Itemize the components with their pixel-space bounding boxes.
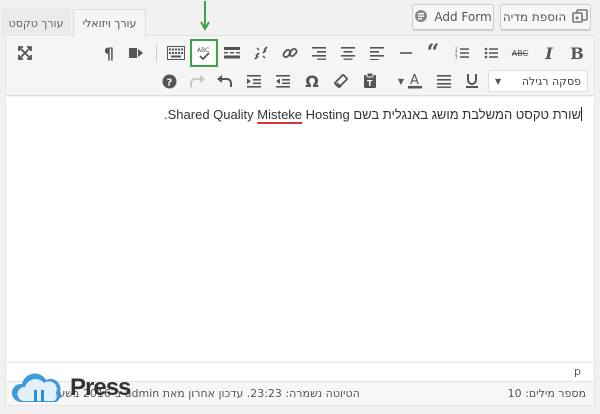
bold-icon[interactable]: B <box>566 42 588 64</box>
toolbar-separator <box>156 44 157 62</box>
editor-content-area[interactable]: שורת טקסט המשלבת מושג באנגלית בשם Shared… <box>6 97 594 361</box>
numbered-list-icon[interactable]: 123 <box>451 42 473 64</box>
help-icon[interactable]: ? <box>158 70 180 92</box>
add-media-icon <box>572 8 588 26</box>
tab-visual-editor[interactable]: עורך ויזואלי <box>73 9 146 37</box>
svg-text:ABC: ABC <box>197 47 209 54</box>
svg-text:?: ? <box>166 77 172 88</box>
align-center-icon[interactable] <box>337 42 359 64</box>
toolbar-toggle-icon[interactable] <box>165 42 187 64</box>
strikethrough-icon[interactable]: ABC <box>509 42 531 64</box>
add-form-button[interactable]: Add Form <box>412 4 494 30</box>
watermark-logo: Press <box>10 368 131 408</box>
svg-text:T: T <box>367 79 373 88</box>
paragraph-format-value: פסקה רגילה <box>521 74 581 88</box>
text-cursor <box>581 107 582 121</box>
editor-container: B I ABC 123 “ ABC ¶ פסקה רגילה ▼ A ▼ T Ω… <box>5 35 595 406</box>
paste-text-icon[interactable]: T <box>359 70 381 92</box>
chevron-down-icon: ▼ <box>495 76 502 86</box>
logo-text: Press <box>70 374 131 401</box>
editor-top-bar: הוספת מדיה Add Form עורך ויזואלי עורך טק… <box>0 0 600 37</box>
outdent-icon[interactable] <box>272 70 294 92</box>
insert-link-icon[interactable] <box>279 42 301 64</box>
cloud-logo-icon <box>11 373 61 402</box>
element-path-p[interactable]: p <box>574 365 581 378</box>
svg-text:3: 3 <box>455 55 458 60</box>
text-color-dropdown-icon[interactable]: ▼ <box>390 70 412 92</box>
read-more-icon[interactable] <box>221 42 243 64</box>
fullscreen-icon[interactable] <box>14 42 36 64</box>
add-form-label: Add Form <box>434 10 492 24</box>
blockquote-icon[interactable]: “ <box>422 42 444 64</box>
align-left-icon[interactable] <box>366 42 388 64</box>
content-text-before: שורת טקסט המשלבת מושג באנגלית בשם Shared… <box>167 107 581 122</box>
special-character-icon[interactable]: Ω <box>301 70 323 92</box>
content-paragraph: שורת טקסט המשלבת מושג באנגלית בשם Shared… <box>164 107 582 122</box>
add-media-button[interactable]: הוספת מדיה <box>500 4 591 30</box>
horizontal-line-icon[interactable] <box>395 42 417 64</box>
paragraph-mark-icon[interactable]: ¶ <box>98 42 120 64</box>
form-icon <box>414 9 428 26</box>
add-media-label: הוספת מדיה <box>502 10 567 24</box>
tab-visual-label: עורך ויזואלי <box>82 17 137 30</box>
tab-text-editor[interactable]: עורך טקסט <box>2 9 70 36</box>
misspelled-word[interactable]: Misteke <box>257 107 302 122</box>
italic-icon[interactable]: I <box>538 42 560 64</box>
annotation-arrow-icon <box>200 1 210 32</box>
tab-text-label: עורך טקסט <box>8 16 64 30</box>
align-right-icon[interactable] <box>308 42 330 64</box>
clear-formatting-icon[interactable] <box>330 70 352 92</box>
word-count: מספר מילים: 10 <box>507 387 586 400</box>
rtl-icon[interactable] <box>126 42 148 64</box>
spellcheck-icon[interactable]: ABC <box>190 39 218 67</box>
editor-toolbar: B I ABC 123 “ ABC ¶ פסקה רגילה ▼ A ▼ T Ω… <box>6 36 594 96</box>
paragraph-format-select[interactable]: פסקה רגילה ▼ <box>488 70 588 92</box>
underline-icon[interactable] <box>461 70 483 92</box>
redo-icon[interactable] <box>186 70 208 92</box>
justify-icon[interactable] <box>433 70 455 92</box>
undo-icon[interactable] <box>214 70 236 92</box>
remove-link-icon[interactable] <box>250 42 272 64</box>
indent-icon[interactable] <box>243 70 265 92</box>
bulleted-list-icon[interactable] <box>480 42 502 64</box>
